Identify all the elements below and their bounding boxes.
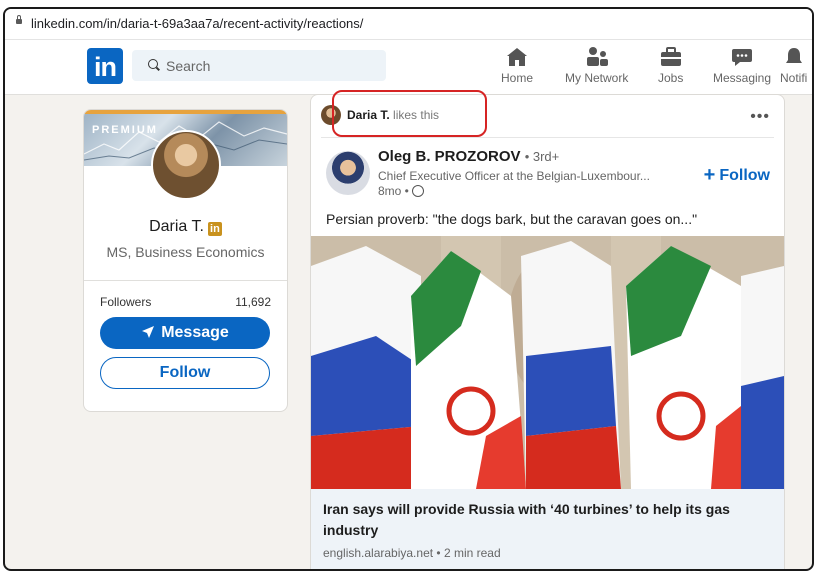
messaging-icon (732, 49, 753, 66)
nav-messaging-label: Messaging (713, 71, 772, 85)
message-button[interactable]: Message (100, 317, 270, 349)
link-title[interactable]: Iran says will provide Russia with ‘40 t… (323, 499, 763, 541)
post-time-text: 8mo • (378, 184, 409, 198)
lock-icon (16, 15, 22, 24)
post-follow-label: Follow (719, 167, 770, 184)
profile-name[interactable]: Daria T. in (84, 218, 287, 236)
author-degree: • 3rd+ (524, 149, 560, 164)
nav-notifications-label: Notifi (780, 71, 808, 85)
divider (84, 280, 287, 281)
briefcase-icon (660, 47, 681, 66)
premium-badge-icon: in (207, 222, 222, 236)
nav-home-label: Home (501, 71, 534, 85)
profile-card: PREMIUM Daria T. in MS, Business Economic… (83, 109, 288, 412)
followers-count: 11,692 (235, 295, 271, 309)
linkedin-logo[interactable]: in (87, 48, 123, 84)
nav-my-network-label: My Network (565, 71, 629, 85)
nav-jobs-label: Jobs (658, 71, 684, 85)
author-name[interactable]: Oleg B. PROZOROV • 3rd+ (378, 148, 559, 165)
plus-icon: + (703, 164, 716, 186)
top-navigation: in Search Home My Network Jobs Messaging… (5, 40, 812, 95)
post-image-flags[interactable] (311, 236, 784, 489)
search-placeholder: Search (166, 58, 211, 74)
search-box[interactable]: Search (132, 50, 386, 81)
network-icon (586, 47, 608, 66)
search-icon (148, 59, 158, 69)
author-title: Chief Executive Officer at the Belgian-L… (378, 169, 650, 183)
address-bar[interactable]: linkedin.com/in/daria-t-69a3aa7a/recent-… (5, 9, 812, 40)
nav-notifications[interactable]: Notifi (780, 46, 807, 85)
post-text: Persian proverb: "the dogs bark, but the… (326, 211, 698, 227)
post-follow-button[interactable]: + Follow (704, 164, 770, 187)
url-text[interactable]: linkedin.com/in/daria-t-69a3aa7a/recent-… (31, 16, 363, 31)
globe-icon (411, 185, 424, 197)
link-preview[interactable]: Iran says will provide Russia with ‘40 t… (311, 489, 784, 569)
nav-jobs[interactable]: Jobs (658, 46, 683, 85)
more-options-icon[interactable]: ••• (750, 108, 770, 126)
flags-illustration (311, 236, 784, 489)
nav-home[interactable]: Home (501, 46, 533, 85)
home-icon (507, 48, 527, 66)
followers-label: Followers (100, 295, 152, 309)
feed-post: Daria T. likes this ••• Oleg B. PROZOROV… (310, 94, 785, 569)
message-button-label: Message (161, 324, 229, 341)
premium-label: PREMIUM (92, 124, 158, 136)
bell-icon (785, 48, 802, 63)
profile-headline: MS, Business Economics (106, 244, 265, 260)
divider (321, 137, 774, 138)
annotation-highlight-box (332, 90, 487, 137)
profile-name-text: Daria T. (149, 218, 204, 235)
send-icon (142, 326, 155, 338)
profile-avatar[interactable] (151, 130, 221, 200)
link-source: english.alarabiya.net • 2 min read (323, 546, 501, 560)
nav-my-network[interactable]: My Network (565, 46, 628, 85)
post-time: 8mo • (378, 184, 424, 198)
follow-button[interactable]: Follow (100, 357, 270, 389)
author-name-text: Oleg B. PROZOROV (378, 148, 521, 165)
author-avatar[interactable] (326, 151, 370, 195)
nav-messaging[interactable]: Messaging (713, 46, 771, 85)
